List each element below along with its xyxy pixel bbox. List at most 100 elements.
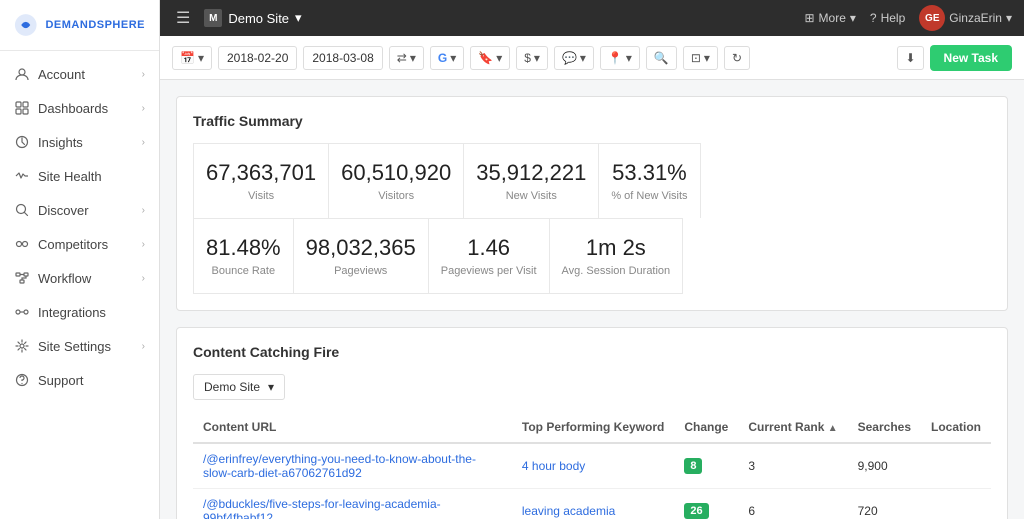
google-icon: G [438,51,447,65]
bookmark-button[interactable]: 🔖 ▾ [470,46,510,70]
topbar: ☰ M Demo Site ▾ ⊞ More ▾ ? Help GE Ginza… [160,0,1024,36]
stat-session-label: Avg. Session Duration [562,265,671,277]
google-button[interactable]: G ▾ [430,46,464,70]
stat-pvpv-label: Pageviews per Visit [441,265,537,277]
toolbar: 📅 ▾ 2018-02-20 2018-03-08 ⇄ ▾ G ▾ 🔖 ▾ $ … [160,36,1024,80]
sort-arrow-icon: ▲ [828,423,838,434]
dollar-icon: $ [524,51,531,65]
sidebar-item-insights[interactable]: Insights › [0,125,159,159]
sidebar-logo[interactable]: DEMANDSPHERE [0,0,159,51]
help-button[interactable]: ? Help [870,11,905,25]
stats-row-1: 67,363,701 Visits 60,510,920 Visitors 35… [193,143,991,218]
insights-icon [14,134,30,150]
help-circle-icon: ? [870,11,877,25]
dropdown-caret-icon: ▾ [268,380,274,394]
stat-bounce: 81.48% Bounce Rate [193,218,294,294]
sidebar-item-workflow[interactable]: Workflow › [0,261,159,295]
stat-session: 1m 2s Avg. Session Duration [550,218,684,294]
user-avatar: GE [919,5,945,31]
change-badge: 8 [684,458,702,474]
content-catching-fire-title: Content Catching Fire [193,344,991,360]
sidebar-item-competitors[interactable]: Competitors › [0,227,159,261]
competitors-icon [14,236,30,252]
table-header: Content URL Top Performing Keyword Chang… [193,412,991,443]
sidebar-item-dashboards[interactable]: Dashboards › [0,91,159,125]
sidebar-item-label-integrations: Integrations [38,305,106,320]
site-dropdown[interactable]: Demo Site ▾ [193,374,285,400]
refresh-icon: ↻ [732,51,742,65]
sidebar-item-account[interactable]: Account › [0,57,159,91]
site-health-icon [14,168,30,184]
menu-toggle-button[interactable]: ☰ [172,4,194,32]
table-row: /@erinfrey/everything-you-need-to-know-a… [193,443,991,489]
keyword-link[interactable]: 4 hour body [522,459,585,473]
calendar-button[interactable]: 📅 ▾ [172,46,212,70]
sidebar-item-discover[interactable]: Discover › [0,193,159,227]
search-icon: 🔍 [654,51,669,65]
cell-keyword: leaving academia [512,489,674,519]
cell-rank: 3 [738,443,847,489]
more-button[interactable]: ⊞ More ▾ [804,11,855,25]
sidebar-nav: Account › Dashboards › Insights › [0,51,159,519]
change-badge: 26 [684,503,708,519]
keyword-link[interactable]: leaving academia [522,504,615,518]
discover-icon [14,202,30,218]
new-task-button[interactable]: New Task [930,45,1012,71]
date-to[interactable]: 2018-03-08 [303,46,382,70]
col-keyword: Top Performing Keyword [512,412,674,443]
cell-url: /@bduckles/five-steps-for-leaving-academ… [193,489,512,519]
stat-pct-new-visits: 53.31% % of New Visits [599,143,700,218]
content-table-wrapper: Content URL Top Performing Keyword Chang… [193,412,991,519]
col-url: Content URL [193,412,512,443]
cell-keyword: 4 hour body [512,443,674,489]
sidebar-item-integrations[interactable]: Integrations [0,295,159,329]
chevron-right-icon: › [142,239,145,250]
dollar-button[interactable]: $ ▾ [516,46,548,70]
cell-searches: 9,900 [848,443,921,489]
stat-visits: 67,363,701 Visits [193,143,329,218]
sidebar-item-site-settings[interactable]: Site Settings › [0,329,159,363]
date-from[interactable]: 2018-02-20 [218,46,297,70]
chevron-right-icon: › [142,273,145,284]
site-name: Demo Site [228,11,289,26]
integrations-icon [14,304,30,320]
download-button[interactable]: ⬇ [897,46,923,70]
dropdown-arrow: ▾ [626,51,632,65]
topbar-actions: ⊞ More ▾ ? Help GE GinzaErin ▾ [804,5,1012,31]
refresh-button[interactable]: ↻ [724,46,750,70]
display-button[interactable]: ⊡ ▾ [683,46,718,70]
comment-button[interactable]: 💬 ▾ [554,46,594,70]
stat-pvpv: 1.46 Pageviews per Visit [429,218,550,294]
location-icon: 📍 [608,51,623,65]
site-selector[interactable]: M Demo Site ▾ [204,9,301,27]
compare-button[interactable]: ⇄ ▾ [389,46,424,70]
user-menu-button[interactable]: GE GinzaErin ▾ [919,5,1012,31]
content-area: Traffic Summary 67,363,701 Visits 60,510… [160,80,1024,519]
stat-pageviews-value: 98,032,365 [306,235,416,261]
stat-new-visits: 35,912,221 New Visits [464,143,599,218]
cell-location [921,443,991,489]
site-icon: M [204,9,222,27]
stat-visitors: 60,510,920 Visitors [329,143,464,218]
stat-new-visits-label: New Visits [476,190,586,202]
traffic-summary-section: Traffic Summary 67,363,701 Visits 60,510… [176,96,1008,311]
location-button[interactable]: 📍 ▾ [600,46,640,70]
url-link[interactable]: /@erinfrey/everything-you-need-to-know-a… [203,452,476,480]
stats-row-2: 81.48% Bounce Rate 98,032,365 Pageviews … [193,218,991,294]
chevron-right-icon: › [142,205,145,216]
search-button[interactable]: 🔍 [646,46,677,70]
dashboards-icon [14,100,30,116]
sidebar-item-label-competitors: Competitors [38,237,108,252]
sidebar-item-label-discover: Discover [38,203,89,218]
chevron-right-icon: › [142,137,145,148]
cell-location [921,489,991,519]
traffic-summary-title: Traffic Summary [193,113,991,129]
url-link[interactable]: /@bduckles/five-steps-for-leaving-academ… [203,497,441,519]
sidebar-item-support[interactable]: Support [0,363,159,397]
sidebar-item-site-health[interactable]: Site Health [0,159,159,193]
dropdown-arrow-icon: ▾ [850,11,856,25]
stat-pct-new-visits-label: % of New Visits [611,190,687,202]
stat-pageviews: 98,032,365 Pageviews [294,218,429,294]
chevron-right-icon: › [142,69,145,80]
sidebar-item-label-site-settings: Site Settings [38,339,111,354]
